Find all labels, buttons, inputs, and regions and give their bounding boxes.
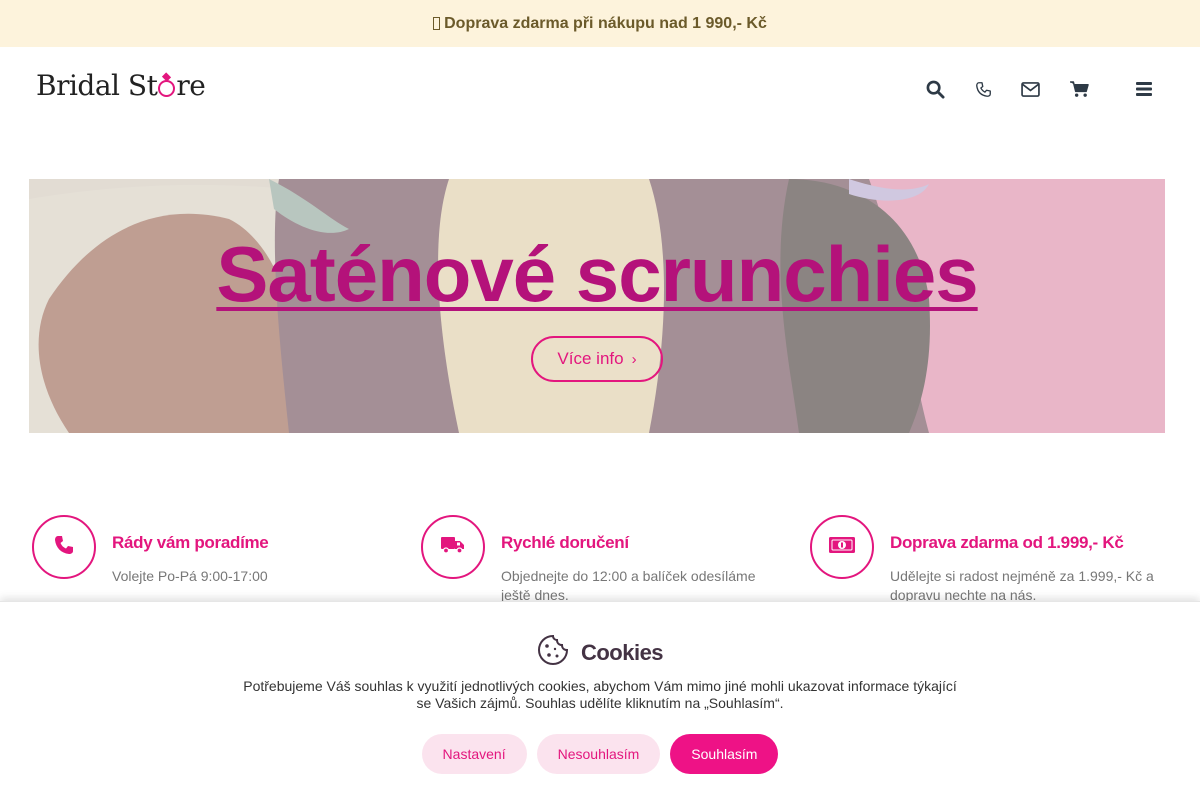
menu-icon[interactable]: [1132, 77, 1156, 101]
hero-title-link[interactable]: Saténové scrunchies: [29, 229, 1165, 320]
free-shipping-bar: Doprava zdarma při nákupu nad 1 990,- Kč: [0, 0, 1200, 47]
benefit-advice-title: Rády vám poradíme: [112, 533, 269, 552]
phone-icon: [54, 535, 74, 560]
cookie-header: Cookies: [0, 634, 1200, 671]
cookie-description: Potřebujeme Váš souhlas k využití jednot…: [243, 678, 957, 711]
cookie-title: Cookies: [580, 639, 664, 665]
cookie-decline-button[interactable]: Nesouhlasím: [536, 734, 661, 774]
free-shipping-text: Doprava zdarma při nákupu nad 1 990,- Kč: [444, 14, 767, 32]
envelope-icon[interactable]: [1018, 77, 1042, 101]
benefit-delivery-text: Objednejte do 12:00 a balíček odesíláme …: [501, 568, 756, 603]
cookie-icon: [537, 634, 569, 671]
cookie-accept-button[interactable]: Souhlasím: [670, 734, 779, 774]
truck-icon: [441, 536, 465, 559]
benefit-delivery-circle: [421, 515, 485, 579]
search-icon[interactable]: [923, 77, 947, 101]
hero-banner[interactable]: Saténové scrunchies Více info ›: [29, 179, 1165, 433]
cart-icon[interactable]: [1067, 77, 1091, 101]
missing-glyph-icon: [433, 17, 441, 30]
money-icon: [829, 536, 855, 558]
logo-text-end: re: [176, 68, 206, 102]
benefit-advice-circle: [32, 515, 96, 579]
more-info-button[interactable]: Více info ›: [531, 336, 663, 382]
benefit-free-shipping-circle: [810, 515, 874, 579]
logo-text-start: Bridal St: [36, 68, 158, 102]
header-icons: [923, 77, 947, 101]
cookie-buttons: Nastavení Nesouhlasím Souhlasím: [0, 734, 1200, 774]
site-header: Bridal St re: [0, 47, 1200, 127]
more-info-label: Více info: [557, 349, 624, 368]
phone-icon[interactable]: [971, 77, 995, 101]
benefit-free-shipping-text: Udělejte si radost nejméně za 1.999,- Kč…: [890, 568, 1154, 603]
ring-logo-icon: [158, 79, 176, 97]
benefit-delivery-title: Rychlé doručení: [501, 533, 629, 552]
benefit-free-shipping-title: Doprava zdarma od 1.999,- Kč: [890, 533, 1124, 552]
chevron-right-icon: ›: [631, 350, 637, 368]
benefit-advice-text: Volejte Po-Pá 9:00-17:00: [112, 568, 268, 584]
cookie-settings-button[interactable]: Nastavení: [421, 734, 527, 774]
cookie-consent-banner: Cookies Potřebujeme Váš souhlas k využit…: [0, 601, 1200, 800]
site-logo[interactable]: Bridal St re: [36, 67, 206, 103]
